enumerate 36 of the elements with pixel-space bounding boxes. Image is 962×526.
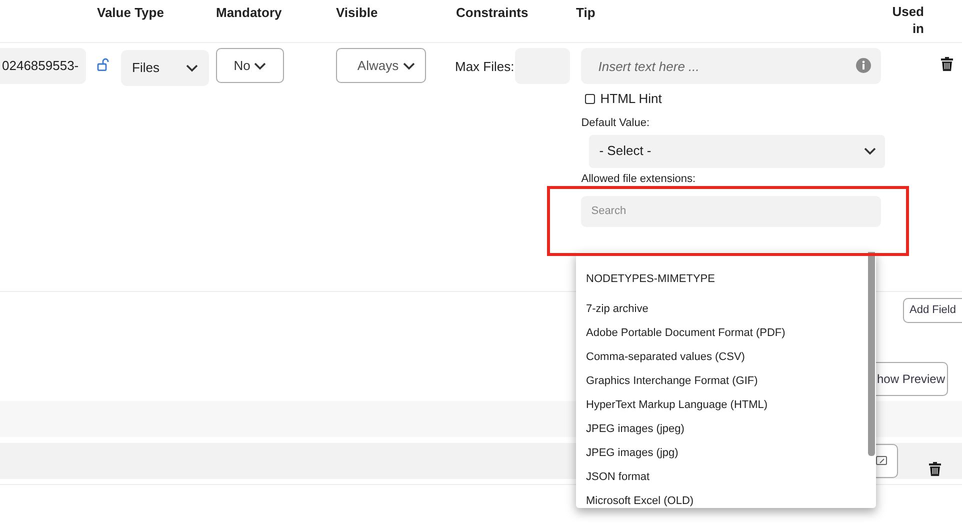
column-header: Mandatory xyxy=(216,5,282,20)
search-field[interactable]: Search xyxy=(581,196,882,226)
mandatory-dropdown[interactable]: No xyxy=(216,48,284,83)
field-label: Default Value: xyxy=(581,116,650,130)
dropdown-option[interactable]: 7-zip archive xyxy=(586,302,876,326)
add-field-button[interactable]: Add Field xyxy=(902,298,962,323)
checkbox[interactable] xyxy=(585,94,596,104)
checkbox-label: HTML Hint xyxy=(600,90,662,108)
padlock-icon[interactable] xyxy=(97,58,110,71)
dropdown-option[interactable]: JSON format xyxy=(586,470,876,494)
column-header: Used in xyxy=(892,4,924,36)
column-header: Tip xyxy=(576,5,596,20)
info-icon[interactable] xyxy=(856,58,872,73)
group-header: NODETYPES-MIMETYPE xyxy=(586,272,716,287)
dropdown-option[interactable]: JPEG images (jpeg) xyxy=(586,422,876,446)
field-label: Allowed file extensions: xyxy=(581,172,696,186)
value-type-select[interactable]: Files xyxy=(121,50,209,86)
default-value-select[interactable]: - Select - xyxy=(589,134,886,168)
chevron-down-icon xyxy=(254,62,266,70)
chevron-down-icon xyxy=(186,64,198,72)
column-header: Value Type xyxy=(97,5,164,20)
scrollbar-thumb[interactable] xyxy=(868,252,875,456)
constraint-label: Max Files: xyxy=(455,58,514,76)
edit-icon xyxy=(876,456,887,466)
dropdown-option[interactable]: Microsoft Excel (OLD) xyxy=(586,494,876,508)
column-header: Constraints xyxy=(456,5,528,20)
id-field[interactable]: 0246859553- xyxy=(0,48,86,84)
tip-field[interactable]: Insert text here ... xyxy=(581,48,882,84)
dropdown-option[interactable]: Adobe Portable Document Format (PDF) xyxy=(586,326,876,350)
chevron-down-icon xyxy=(402,62,415,70)
column-header: Visible xyxy=(336,5,378,20)
visible-dropdown[interactable]: Always xyxy=(336,48,426,83)
chevron-down-icon xyxy=(864,147,876,155)
dropdown-option[interactable]: HyperText Markup Language (HTML) xyxy=(586,398,876,422)
trash-icon[interactable] xyxy=(929,462,941,476)
trash-icon[interactable] xyxy=(941,57,954,71)
